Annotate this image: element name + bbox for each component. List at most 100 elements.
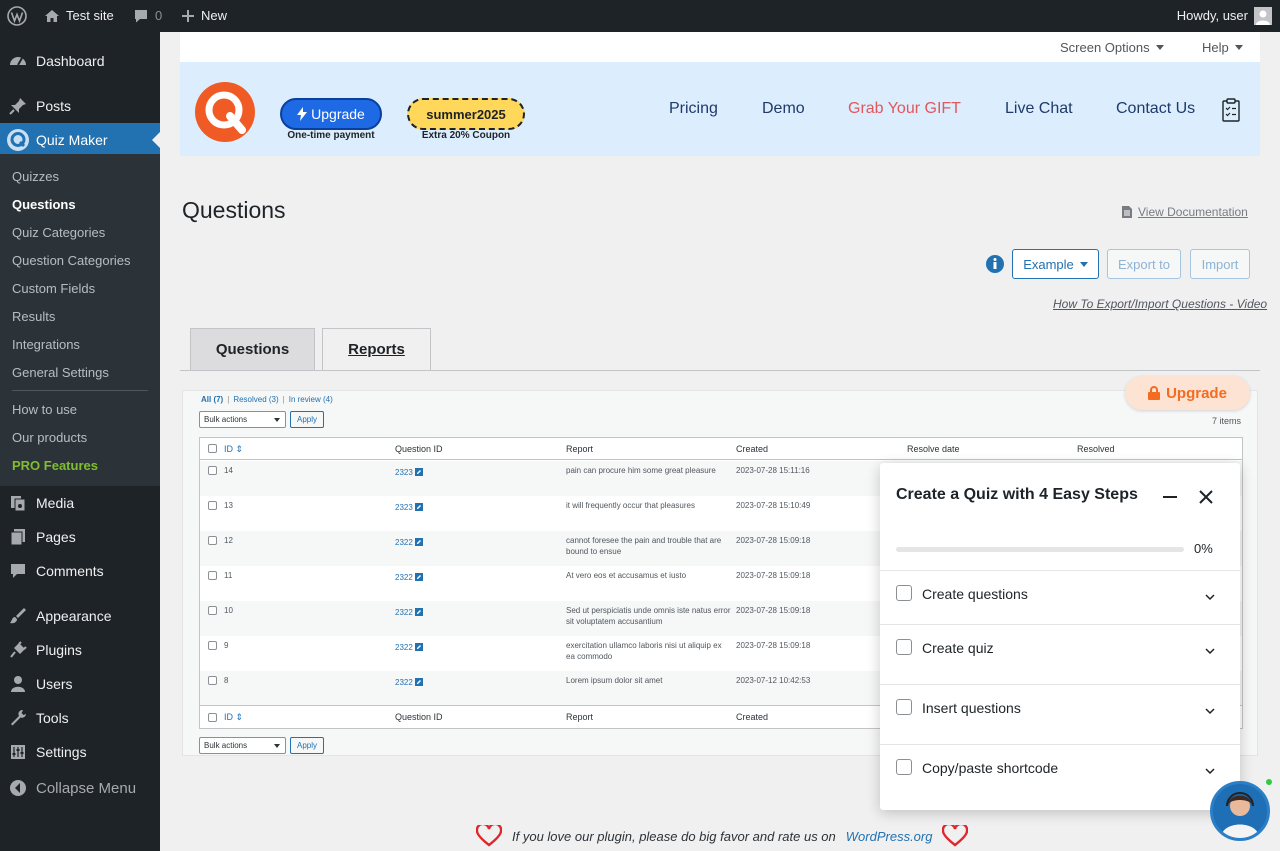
- steps-panel-title: Create a Quiz with 4 Easy Steps: [896, 486, 1138, 503]
- row-created: 2023-07-28 15:09:18: [736, 536, 811, 545]
- row-checkbox[interactable]: [208, 571, 217, 580]
- tab-reports[interactable]: Reports: [322, 328, 431, 371]
- column-id-footer[interactable]: ID ⇕: [224, 706, 243, 728]
- chevron-down-icon[interactable]: [1204, 591, 1216, 603]
- submenu-general-settings[interactable]: General Settings: [12, 365, 109, 380]
- info-icon[interactable]: [986, 255, 1004, 273]
- rate-us-footer: If you love our plugin, please do big fa…: [476, 822, 969, 850]
- submenu-integrations[interactable]: Integrations: [12, 337, 80, 352]
- user-avatar-icon: [1254, 7, 1272, 25]
- media-icon: [0, 494, 36, 512]
- submenu-custom-fields[interactable]: Custom Fields: [12, 281, 95, 296]
- menu-tools[interactable]: Tools: [0, 701, 160, 735]
- menu-media[interactable]: Media: [0, 486, 160, 520]
- row-question-id-link[interactable]: 2322: [395, 642, 424, 653]
- menu-quiz-maker[interactable]: Quiz Maker: [0, 123, 160, 157]
- submenu-our-products[interactable]: Our products: [12, 430, 87, 445]
- menu-appearance[interactable]: Appearance: [0, 599, 160, 633]
- row-checkbox[interactable]: [208, 536, 217, 545]
- step-checkbox[interactable]: [896, 759, 912, 775]
- clipboard-checklist-icon[interactable]: [1222, 98, 1240, 122]
- view-documentation-link[interactable]: View Documentation: [1122, 205, 1248, 219]
- row-question-id-link[interactable]: 2323: [395, 467, 424, 478]
- wordpress-logo-icon[interactable]: [7, 0, 27, 32]
- menu-posts[interactable]: Posts: [0, 89, 160, 123]
- row-created: 2023-07-28 15:09:18: [736, 641, 811, 650]
- row-question-id-link[interactable]: 2323: [395, 502, 424, 513]
- row-question-id-link[interactable]: 2322: [395, 677, 424, 688]
- menu-users[interactable]: Users: [0, 667, 160, 701]
- menu-comments[interactable]: Comments: [0, 554, 160, 588]
- apply-button-bottom[interactable]: Apply: [290, 737, 324, 754]
- row-created: 2023-07-28 15:11:16: [736, 466, 810, 475]
- help-button[interactable]: Help: [1202, 40, 1243, 55]
- view-in-review-link[interactable]: In review (4): [289, 395, 333, 404]
- select-all-checkbox[interactable]: [208, 444, 217, 453]
- apply-button-top[interactable]: Apply: [290, 411, 324, 428]
- row-question-id-link[interactable]: 2322: [395, 572, 424, 583]
- step-insert-questions[interactable]: Insert questions: [880, 684, 1240, 744]
- live-chat-avatar[interactable]: [1210, 781, 1270, 841]
- banner-link-gift[interactable]: Grab Your GIFT: [848, 100, 961, 118]
- menu-plugins[interactable]: Plugins: [0, 633, 160, 667]
- bulk-actions-select-bottom[interactable]: Bulk actions: [199, 737, 286, 754]
- wordpress-org-link[interactable]: WordPress.org: [846, 829, 933, 844]
- row-checkbox[interactable]: [208, 606, 217, 615]
- new-content-link[interactable]: New: [181, 0, 227, 32]
- step-create-quiz[interactable]: Create quiz: [880, 624, 1240, 684]
- row-checkbox[interactable]: [208, 641, 217, 650]
- minimize-icon[interactable]: [1163, 496, 1177, 498]
- comment-bubble-icon: [135, 10, 147, 23]
- submenu-question-categories[interactable]: Question Categories: [12, 253, 131, 268]
- submenu-quiz-categories[interactable]: Quiz Categories: [12, 225, 105, 240]
- select-all-checkbox-footer[interactable]: [208, 713, 217, 722]
- row-question-id-link[interactable]: 2322: [395, 537, 424, 548]
- view-resolved-link[interactable]: Resolved (3): [233, 395, 278, 404]
- menu-settings[interactable]: Settings: [0, 735, 160, 769]
- tab-questions[interactable]: Questions: [190, 328, 315, 371]
- submenu-results[interactable]: Results: [12, 309, 55, 324]
- export-button[interactable]: Export to: [1107, 249, 1181, 279]
- step-checkbox[interactable]: [896, 639, 912, 655]
- step-checkbox[interactable]: [896, 699, 912, 715]
- bulk-actions-select-top[interactable]: Bulk actions: [199, 411, 286, 428]
- export-import-video-link[interactable]: How To Export/Import Questions - Video: [1053, 297, 1267, 311]
- my-account-link[interactable]: Howdy, user: [1177, 0, 1272, 32]
- banner-link-contact-us[interactable]: Contact Us: [1116, 100, 1195, 118]
- reports-upgrade-button[interactable]: Upgrade: [1125, 376, 1250, 410]
- banner-link-live-chat[interactable]: Live Chat: [1005, 100, 1073, 118]
- submenu-how-to-use[interactable]: How to use: [12, 402, 77, 417]
- column-id[interactable]: ID ⇕: [224, 438, 243, 460]
- view-all-link[interactable]: All (7): [201, 395, 223, 404]
- step-checkbox[interactable]: [896, 585, 912, 601]
- caret-down-icon: [1079, 261, 1088, 267]
- collapse-menu-button[interactable]: Collapse Menu: [0, 771, 160, 805]
- row-question-id-link[interactable]: 2322: [395, 607, 424, 618]
- row-checkbox[interactable]: [208, 501, 217, 510]
- row-checkbox[interactable]: [208, 676, 217, 685]
- items-count: 7 items: [1211, 416, 1241, 426]
- submenu-quizzes[interactable]: Quizzes: [12, 169, 59, 184]
- step-create-questions[interactable]: Create questions: [880, 570, 1240, 630]
- comments-link[interactable]: 0: [133, 0, 162, 32]
- coupon-code-button[interactable]: summer2025: [407, 98, 525, 130]
- menu-dashboard[interactable]: Dashboard: [0, 44, 160, 78]
- close-icon[interactable]: [1198, 489, 1214, 505]
- submenu-pro-features[interactable]: PRO Features: [12, 458, 98, 473]
- plugins-icon: [0, 641, 36, 659]
- screen-options-button[interactable]: Screen Options: [1060, 40, 1164, 55]
- step-copy-shortcode[interactable]: Copy/paste shortcode: [880, 744, 1240, 804]
- row-checkbox[interactable]: [208, 466, 217, 475]
- chevron-down-icon[interactable]: [1204, 765, 1216, 777]
- banner-upgrade-button[interactable]: Upgrade: [280, 98, 382, 130]
- banner-link-pricing[interactable]: Pricing: [669, 100, 718, 118]
- chevron-down-icon[interactable]: [1204, 705, 1216, 717]
- banner-link-demo[interactable]: Demo: [762, 100, 805, 118]
- site-name-link[interactable]: Test site: [44, 0, 114, 32]
- import-button[interactable]: Import: [1190, 249, 1250, 279]
- example-dropdown-button[interactable]: Example: [1012, 249, 1099, 279]
- menu-pages[interactable]: Pages: [0, 520, 160, 554]
- row-id: 8: [224, 676, 229, 685]
- submenu-questions[interactable]: Questions: [12, 197, 76, 212]
- chevron-down-icon[interactable]: [1204, 645, 1216, 657]
